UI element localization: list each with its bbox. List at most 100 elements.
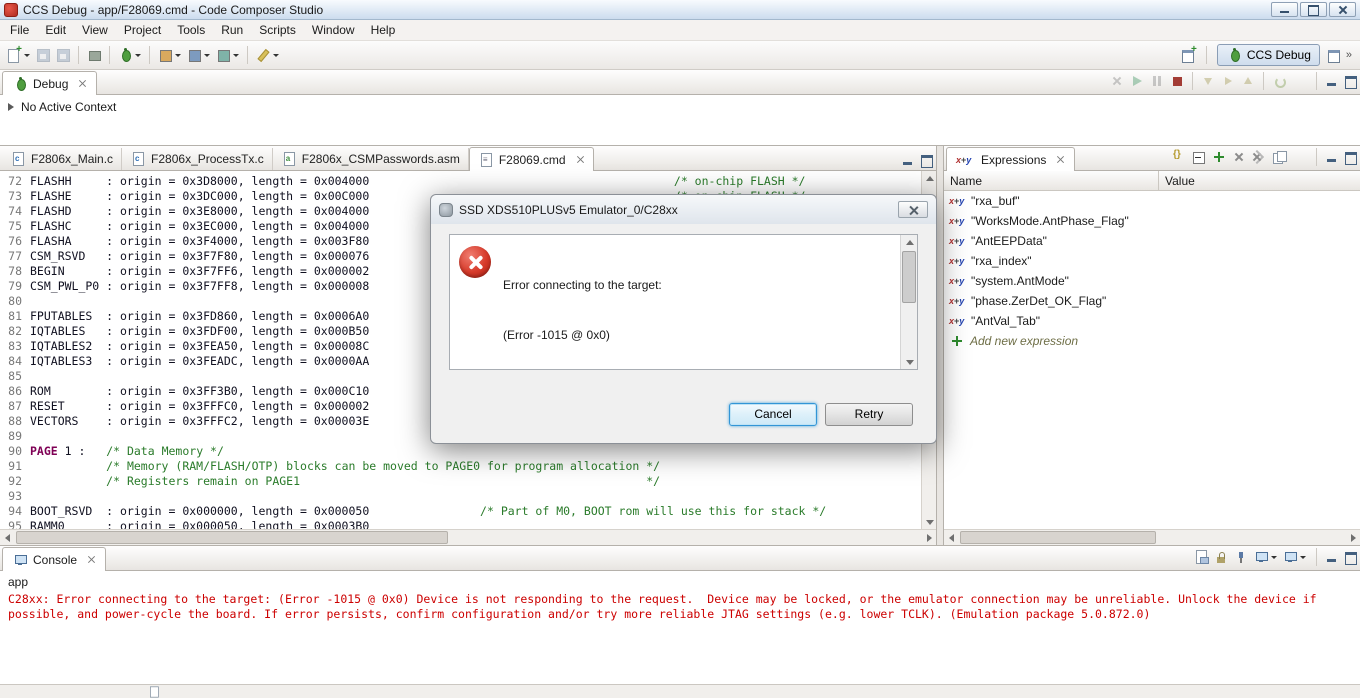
- horizontal-scroll-thumb[interactable]: [960, 531, 1156, 544]
- remove-expression-button[interactable]: [1229, 146, 1249, 168]
- window-titlebar[interactable]: CCS Debug - app/F28069.cmd - Code Compos…: [0, 0, 1360, 20]
- scroll-right-arrow[interactable]: [1346, 530, 1360, 545]
- menu-file[interactable]: File: [2, 21, 37, 39]
- step-options-button[interactable]: [1289, 70, 1309, 92]
- close-tab-icon[interactable]: [576, 155, 585, 164]
- scroll-left-arrow[interactable]: [0, 530, 14, 545]
- copy-expressions-button[interactable]: [1269, 146, 1289, 168]
- menu-project[interactable]: Project: [116, 21, 169, 39]
- menu-window[interactable]: Window: [304, 21, 363, 39]
- dialog-titlebar[interactable]: SSD XDS510PLUSv5 Emulator_0/C28xx: [431, 195, 936, 224]
- terminate-button[interactable]: [1167, 70, 1187, 92]
- minimize-expressions-view-button[interactable]: [1324, 149, 1340, 165]
- code-line[interactable]: 92 /* Registers remain on PAGE1 */: [0, 474, 921, 489]
- target-config-button[interactable]: [84, 44, 104, 66]
- code-line[interactable]: 91 /* Memory (RAM/FLASH/OTP) blocks can …: [0, 459, 921, 474]
- expression-row[interactable]: x+y "AntVal_Tab": [944, 311, 1360, 331]
- flash-button[interactable]: [155, 44, 184, 66]
- memory-button[interactable]: [213, 44, 242, 66]
- add-new-expression-row[interactable]: Add new expression: [944, 331, 1360, 351]
- editor-tab-F28069.cmd[interactable]: F28069.cmd: [468, 147, 594, 171]
- connect-button[interactable]: [184, 44, 213, 66]
- maximize-expressions-view-button[interactable]: [1342, 149, 1358, 165]
- expression-row[interactable]: x+y "rxa_index": [944, 251, 1360, 271]
- tab-debug[interactable]: Debug: [2, 71, 98, 95]
- code-line[interactable]: 93: [0, 489, 921, 504]
- maximize-editor-button[interactable]: [918, 152, 934, 168]
- code-line[interactable]: 94 BOOT_RSVD : origin = 0x000000, length …: [0, 504, 921, 519]
- code-line[interactable]: 90 PAGE 1 : /* Data Memory */: [0, 444, 921, 459]
- perspective-overflow-chevron[interactable]: »: [1346, 49, 1352, 61]
- column-header-name[interactable]: Name: [944, 171, 1159, 190]
- debug-button[interactable]: [115, 44, 144, 66]
- expressions-horizontal-scrollbar[interactable]: [944, 529, 1360, 545]
- code-line[interactable]: 95 RAMM0 : origin = 0x000050, length = 0x…: [0, 519, 921, 529]
- expression-value[interactable]: [1159, 211, 1360, 231]
- menu-run[interactable]: Run: [213, 21, 251, 39]
- display-selected-console-button[interactable]: [1251, 546, 1280, 568]
- expression-value[interactable]: [1159, 311, 1360, 331]
- window-close-button[interactable]: [1329, 2, 1356, 17]
- clear-console-button[interactable]: [1191, 546, 1211, 568]
- expression-row[interactable]: x+y "AntEEPData": [944, 231, 1360, 251]
- expression-row[interactable]: x+y "WorksMode.AntPhase_Flag": [944, 211, 1360, 231]
- expression-value[interactable]: [1159, 231, 1360, 251]
- dialog-message-scrollbar[interactable]: [900, 235, 917, 369]
- no-active-context-node[interactable]: No Active Context: [8, 100, 1352, 114]
- expression-value[interactable]: [1159, 291, 1360, 311]
- dialog-close-button[interactable]: [898, 201, 928, 218]
- code-line[interactable]: 72 FLASHH : origin = 0x3D8000, length = 0…: [0, 174, 921, 189]
- menu-view[interactable]: View: [74, 21, 116, 39]
- retry-button[interactable]: Retry: [825, 402, 913, 426]
- menu-help[interactable]: Help: [363, 21, 404, 39]
- minimize-debug-view-button[interactable]: [1324, 73, 1340, 89]
- tab-expressions[interactable]: x+y Expressions: [946, 147, 1076, 171]
- pin-console-button[interactable]: [1231, 546, 1251, 568]
- menu-edit[interactable]: Edit: [37, 21, 74, 39]
- editor-horizontal-scrollbar[interactable]: [0, 529, 936, 545]
- cancel-button[interactable]: Cancel: [729, 402, 817, 426]
- window-maximize-button[interactable]: [1300, 2, 1327, 17]
- scroll-left-arrow[interactable]: [944, 530, 958, 545]
- open-perspective-button[interactable]: [1180, 44, 1197, 63]
- collapse-all-button[interactable]: [1189, 146, 1209, 168]
- tab-console[interactable]: Console: [2, 547, 107, 571]
- scroll-lock-button[interactable]: [1211, 546, 1231, 568]
- scroll-down-arrow[interactable]: [922, 515, 936, 529]
- view-menu-button[interactable]: [1289, 146, 1309, 168]
- menu-tools[interactable]: Tools: [169, 21, 213, 39]
- open-console-button[interactable]: [1280, 546, 1309, 568]
- scroll-down-arrow[interactable]: [901, 355, 917, 369]
- expression-row[interactable]: x+y "phase.ZerDet_OK_Flag": [944, 291, 1360, 311]
- maximize-console-view-button[interactable]: [1342, 549, 1358, 565]
- maximize-debug-view-button[interactable]: [1342, 73, 1358, 89]
- expression-value[interactable]: [1159, 271, 1360, 291]
- column-header-value[interactable]: Value: [1159, 171, 1360, 190]
- editor-tab-F2806x_ProcessTx.c[interactable]: F2806x_ProcessTx.c: [122, 148, 273, 170]
- close-expressions-view-icon[interactable]: [1056, 155, 1065, 164]
- scroll-up-arrow[interactable]: [901, 235, 917, 249]
- add-expression-button[interactable]: [1209, 146, 1229, 168]
- horizontal-scroll-thumb[interactable]: [16, 531, 448, 544]
- scroll-up-arrow[interactable]: [922, 171, 936, 185]
- dialog-scroll-thumb[interactable]: [902, 251, 916, 303]
- probe-button[interactable]: [253, 44, 282, 66]
- perspective-ccs-debug-button[interactable]: CCS Debug: [1216, 44, 1320, 66]
- editor-tab-F2806x_Main.c[interactable]: F2806x_Main.c: [2, 148, 123, 170]
- expression-row[interactable]: x+y "system.AntMode": [944, 271, 1360, 291]
- tree-collapse-arrow-icon[interactable]: [8, 103, 14, 111]
- perspective-other-icon[interactable]: [1325, 47, 1341, 63]
- expression-row[interactable]: x+y "rxa_buf": [944, 191, 1360, 211]
- new-file-button[interactable]: [4, 44, 33, 66]
- expression-value[interactable]: [1159, 191, 1360, 211]
- remove-all-expressions-button[interactable]: [1249, 146, 1269, 168]
- close-console-view-icon[interactable]: [87, 555, 96, 564]
- menu-scripts[interactable]: Scripts: [251, 21, 304, 39]
- scroll-right-arrow[interactable]: [922, 530, 936, 545]
- show-logical-structure-button[interactable]: [1169, 146, 1189, 168]
- minimize-console-view-button[interactable]: [1324, 549, 1340, 565]
- close-debug-view-icon[interactable]: [78, 79, 87, 88]
- minimize-editor-button[interactable]: [900, 152, 916, 168]
- editor-tab-F2806x_CSMPasswords.asm[interactable]: F2806x_CSMPasswords.asm: [273, 148, 469, 170]
- expression-value[interactable]: [1159, 251, 1360, 271]
